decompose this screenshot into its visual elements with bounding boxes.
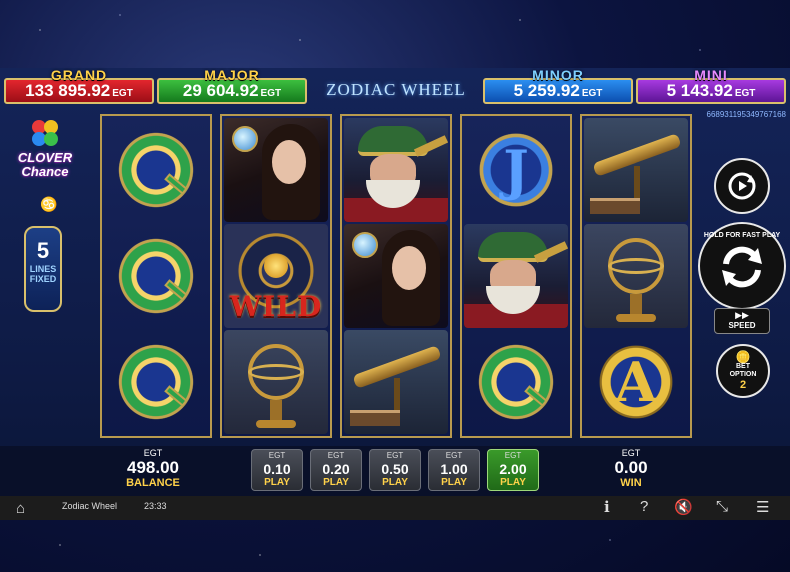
menu-icon[interactable]: ☰	[756, 498, 769, 516]
spin-icon	[722, 246, 762, 288]
jackpot-minor: 5 259.92 EGT MINOR	[483, 67, 633, 104]
mute-icon[interactable]: 🔇	[674, 498, 693, 516]
jackpot-major-amount: 29 604.92	[182, 81, 259, 100]
symbol-telescope	[344, 330, 448, 434]
win-display: EGT 0.00 WIN	[586, 448, 676, 489]
symbol-armillary-sphere	[584, 224, 688, 328]
jackpot-mini-amount: 5 143.92	[666, 81, 733, 100]
bet-option-label: BET	[736, 363, 750, 370]
clover-leaf-icon	[44, 132, 58, 146]
jackpot-mini-currency: EGT	[734, 87, 756, 99]
system-bar-title: Zodiac Wheel	[62, 501, 118, 511]
jackpot-mini-label: MINI	[694, 67, 728, 83]
lines-fixed-label: FIXED	[29, 274, 57, 284]
reel-4: J	[460, 114, 572, 438]
jackpot-mini: 5 143.92 EGT MINI	[636, 67, 786, 104]
help-icon[interactable]: ?	[640, 498, 648, 515]
bet-button-2-00[interactable]: EGT 2.00 PLAY	[487, 449, 539, 491]
bet-button-0-20[interactable]: EGT 0.20 PLAY	[310, 449, 362, 491]
reel-area: WILD J A	[100, 114, 692, 438]
wild-label: WILD	[229, 290, 323, 323]
autoplay-button[interactable]	[714, 158, 770, 214]
fullscreen-exit-icon[interactable]: ⤡	[716, 498, 728, 515]
jackpot-minor-label: MINOR	[532, 67, 584, 83]
symbol-astronomer-man	[464, 224, 568, 328]
sun-icon	[264, 254, 288, 278]
bet-play-label: PLAY	[500, 477, 526, 488]
win-currency: EGT	[621, 448, 641, 458]
bet-button-0-10[interactable]: EGT 0.10 PLAY	[251, 449, 303, 491]
symbol-wild: WILD	[224, 224, 328, 328]
reel-3	[340, 114, 452, 438]
reel-5: A	[580, 114, 692, 438]
cancer-zodiac-icon: ♋	[40, 196, 58, 212]
balance-display: EGT 498.00 BALANCE	[108, 448, 198, 489]
symbol-q	[104, 118, 208, 222]
bet-play-label: PLAY	[382, 477, 408, 488]
jackpot-grand: 133 895.92 EGT GRAND	[4, 67, 154, 104]
symbol-astronomer-man	[344, 118, 448, 222]
system-bar: ⌂ Zodiac Wheel 23:33 i ? 🔇 ⤡ ☰	[0, 496, 790, 520]
fast-forward-icon: ▶▶	[735, 310, 749, 320]
jackpot-minor-currency: EGT	[581, 87, 603, 99]
coin-stack-icon: 🪙	[735, 350, 751, 364]
bet-option-button[interactable]: 🪙 BET OPTION 2	[716, 344, 770, 398]
symbol-q	[104, 330, 208, 434]
balance-value: 498.00	[127, 458, 179, 477]
balance-currency: EGT	[143, 448, 163, 458]
jackpot-grand-label: GRAND	[50, 67, 108, 83]
symbol-telescope	[584, 118, 688, 222]
clover-title: CLOVER	[17, 150, 73, 165]
bet-amount: 1.00	[440, 461, 468, 477]
spin-button[interactable]: HOLD FOR FAST PLAY	[698, 222, 786, 310]
symbol-q	[464, 330, 568, 434]
hold-for-fast-play-label: HOLD FOR FAST PLAY	[703, 232, 781, 239]
bet-option-label-2: OPTION	[729, 371, 757, 378]
reel-1	[100, 114, 212, 438]
symbol-astronomer-woman	[224, 118, 328, 222]
jackpot-major-label: MAJOR	[204, 67, 260, 83]
bet-button-0-50[interactable]: EGT 0.50 PLAY	[369, 449, 421, 491]
game-logo: ZODIAC WHEEL	[326, 80, 466, 99]
balance-label: BALANCE	[126, 477, 180, 489]
bet-amount: 2.00	[499, 461, 527, 477]
symbol-armillary-sphere	[224, 330, 328, 434]
info-icon[interactable]: i	[604, 498, 610, 516]
symbol-q	[104, 224, 208, 328]
speed-label: SPEED	[728, 321, 756, 330]
jackpot-major-currency: EGT	[260, 87, 282, 99]
win-value: 0.00	[614, 458, 648, 477]
bet-amount: 0.50	[381, 461, 409, 477]
jackpot-minor-amount: 5 259.92	[513, 81, 580, 100]
symbol-astronomer-woman	[344, 224, 448, 328]
clover-chance-logo: CLOVER Chance	[10, 118, 80, 184]
reel-2: WILD	[220, 114, 332, 438]
jackpot-grand-currency: EGT	[112, 87, 133, 99]
symbol-a: A	[584, 330, 688, 434]
game-id: 66893119534976​7168	[706, 110, 787, 119]
symbol-j: J	[464, 118, 568, 222]
jackpot-major: 29 604.92 EGT MAJOR	[157, 67, 307, 104]
jackpot-grand-amount: 133 895.92	[25, 81, 111, 100]
bet-play-label: PLAY	[264, 477, 290, 488]
bet-play-label: PLAY	[441, 477, 467, 488]
clover-subtitle: Chance	[21, 164, 69, 179]
home-icon[interactable]: ⌂	[16, 500, 25, 517]
bet-amount: 0.20	[322, 461, 350, 477]
bet-play-label: PLAY	[323, 477, 349, 488]
speed-button[interactable]: ▶▶ SPEED	[714, 308, 770, 334]
autoplay-icon	[728, 172, 756, 200]
system-clock: 23:33	[144, 501, 167, 511]
bet-amount: 0.10	[263, 461, 291, 477]
bet-option-value: 2	[739, 379, 747, 391]
win-label: WIN	[620, 477, 642, 489]
lines-count: 5	[36, 238, 50, 263]
bet-button-1-00[interactable]: EGT 1.00 PLAY	[428, 449, 480, 491]
lines-fixed-badge: 5 LINES FIXED	[24, 226, 62, 312]
lines-label: LINES	[29, 264, 57, 274]
